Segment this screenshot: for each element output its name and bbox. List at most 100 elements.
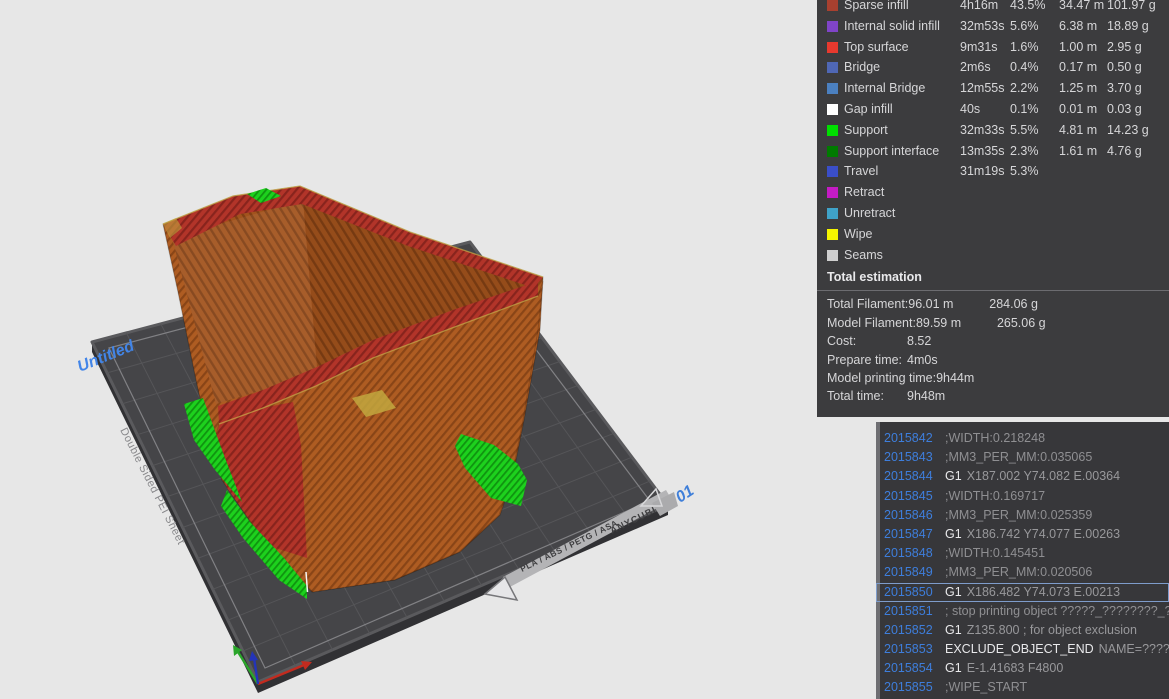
gcode-line[interactable]: 2015843;MM3_PER_MM:0.035065	[876, 448, 1169, 467]
gcode-line-number: 2015852	[884, 621, 945, 640]
legend-row[interactable]: Travel 31m19s 5.3%	[817, 161, 1169, 182]
gcode-line[interactable]: 2015853EXCLUDE_OBJECT_ENDNAME=?????_?	[876, 640, 1169, 659]
feature-time: 32m53s	[960, 16, 1004, 37]
legend-row[interactable]: Wipe	[817, 224, 1169, 245]
feature-color-swatch	[827, 146, 838, 157]
gcode-args: ;WIDTH:0.169717	[945, 489, 1045, 503]
gcode-line[interactable]: 2015845;WIDTH:0.169717	[876, 487, 1169, 506]
legend-row[interactable]: Retract	[817, 182, 1169, 203]
total-label: Model printing time:	[827, 369, 936, 387]
total-label: Total time:	[827, 387, 907, 405]
feature-color-swatch	[827, 104, 838, 115]
total-label: Model Filament:	[827, 314, 916, 332]
legend-row[interactable]: Bridge2m6s0.4%0.17 m0.50 g	[817, 57, 1169, 78]
feature-weight: 14.23 g	[1107, 120, 1149, 141]
gcode-args: ;WIDTH:0.145451	[945, 546, 1045, 560]
feature-weight: 3.70 g	[1107, 78, 1142, 99]
gcode-args: ;WIDTH:0.218248	[945, 431, 1045, 445]
feature-label: Unretract	[844, 203, 895, 224]
feature-label: Retract	[844, 182, 884, 203]
feature-length: 0.17 m	[1059, 57, 1097, 78]
gcode-args: ;MM3_PER_MM:0.035065	[945, 450, 1092, 464]
legend-row[interactable]: Internal solid infill32m53s5.6%6.38 m18.…	[817, 16, 1169, 37]
gcode-line-number: 2015854	[884, 659, 945, 678]
gcode-line-selected[interactable]: 2015850G1X186.482 Y74.073 E.00213	[876, 583, 1169, 602]
gcode-args: X187.002 Y74.082 E.00364	[967, 469, 1120, 483]
gcode-line[interactable]: 2015844G1X187.002 Y74.082 E.00364	[876, 467, 1169, 486]
gcode-line-number: 2015851	[884, 602, 945, 621]
feature-label: Seams	[844, 245, 883, 266]
gcode-line-number: 2015848	[884, 544, 945, 563]
legend-row[interactable]: Unretract	[817, 203, 1169, 224]
feature-percent: 0.1%	[1010, 99, 1039, 120]
legend-row[interactable]: Gap infill40s0.1%0.01 m0.03 g	[817, 99, 1169, 120]
feature-length: 4.81 m	[1059, 120, 1097, 141]
total-label: Prepare time:	[827, 351, 907, 369]
gcode-line-number: 2015855	[884, 678, 945, 697]
feature-label: Support interface	[844, 141, 939, 162]
gcode-line[interactable]: 2015852G1 Z135.800 ; for object exclusion	[876, 621, 1169, 640]
total-value: 9h44m	[936, 369, 1017, 387]
gcode-line-number: 2015853	[884, 640, 945, 659]
feature-length: 1.61 m	[1059, 141, 1097, 162]
feature-percent: 43.5%	[1010, 0, 1045, 16]
legend-row[interactable]: Support32m33s5.5%4.81 m14.23 g	[817, 120, 1169, 141]
feature-weight: 0.50 g	[1107, 57, 1142, 78]
feature-label: Travel	[844, 161, 878, 182]
legend-row[interactable]: Internal Bridge12m55s2.2%1.25 m3.70 g	[817, 78, 1169, 99]
feature-percent: 5.3%	[1010, 161, 1039, 182]
gcode-args: NAME=?????_?	[1099, 642, 1169, 656]
legend-row[interactable]: Seams	[817, 245, 1169, 266]
feature-time: 12m55s	[960, 78, 1004, 99]
gcode-line-number: 2015845	[884, 487, 945, 506]
feature-time: 2m6s	[960, 57, 991, 78]
feature-length: 1.25 m	[1059, 78, 1097, 99]
feature-label: Internal solid infill	[844, 16, 940, 37]
gcode-args: ; stop printing object ?????_????????_?.…	[945, 604, 1169, 618]
gcode-line[interactable]: 2015847G1X186.742 Y74.077 E.00263	[876, 525, 1169, 544]
feature-length: 34.47 m	[1059, 0, 1104, 16]
total-row: Total Filament:96.01 m284.06 g	[817, 295, 1169, 313]
gcode-line[interactable]: 2015854G1E-1.41683 F4800	[876, 659, 1169, 678]
feature-color-swatch	[827, 42, 838, 53]
gcode-line[interactable]: 2015846;MM3_PER_MM:0.025359	[876, 506, 1169, 525]
gcode-line[interactable]: 2015855;WIPE_START	[876, 678, 1169, 697]
total-label: Total Filament:	[827, 295, 908, 313]
feature-color-swatch	[827, 250, 838, 261]
feature-color-swatch	[827, 0, 838, 11]
gcode-line-list: 2015842;WIDTH:0.2182482015843;MM3_PER_MM…	[876, 429, 1169, 698]
feature-percent: 5.6%	[1010, 16, 1039, 37]
feature-time: 4h16m	[960, 0, 998, 16]
feature-color-swatch	[827, 229, 838, 240]
legend-row[interactable]: Top surface9m31s1.6%1.00 m2.95 g	[817, 37, 1169, 58]
total-value-2: 265.06 g	[997, 316, 1046, 330]
gcode-line-number: 2015844	[884, 467, 945, 486]
legend-row[interactable]: Sparse infill4h16m43.5%34.47 m101.97 g	[817, 0, 1169, 16]
feature-time: 13m35s	[960, 141, 1004, 162]
feature-weight: 101.97 g	[1107, 0, 1156, 16]
gcode-args: ;MM3_PER_MM:0.025359	[945, 508, 1092, 522]
gcode-line[interactable]: 2015849;MM3_PER_MM:0.020506	[876, 563, 1169, 582]
total-value: 8.52	[907, 332, 988, 350]
gcode-viewer-panel[interactable]: 2015842;WIDTH:0.2182482015843;MM3_PER_MM…	[876, 422, 1169, 699]
gcode-command: G1	[945, 623, 962, 637]
feature-time: 31m19s	[960, 161, 1004, 182]
feature-color-swatch	[827, 187, 838, 198]
gcode-line[interactable]: 2015851; stop printing object ?????_????…	[876, 602, 1169, 621]
gcode-line-number: 2015849	[884, 563, 945, 582]
gcode-line-number: 2015842	[884, 429, 945, 448]
feature-length: 0.01 m	[1059, 99, 1097, 120]
total-estimation-title: Total estimation	[827, 269, 1169, 285]
gcode-line-number: 2015850	[884, 583, 945, 602]
feature-label: Wipe	[844, 224, 872, 245]
feature-weight: 18.89 g	[1107, 16, 1149, 37]
feature-percent: 0.4%	[1010, 57, 1039, 78]
gcode-line[interactable]: 2015842;WIDTH:0.218248	[876, 429, 1169, 448]
feature-weight: 0.03 g	[1107, 99, 1142, 120]
gcode-line[interactable]: 2015848;WIDTH:0.145451	[876, 544, 1169, 563]
feature-legend-panel: Sparse infill4h16m43.5%34.47 m101.97 gIn…	[817, 0, 1169, 417]
gcode-args: X186.482 Y74.073 E.00213	[967, 585, 1120, 599]
legend-row[interactable]: Support interface13m35s2.3%1.61 m4.76 g	[817, 141, 1169, 162]
gcode-args: Z135.800 ; for object exclusion	[967, 623, 1137, 637]
feature-length: 1.00 m	[1059, 37, 1097, 58]
